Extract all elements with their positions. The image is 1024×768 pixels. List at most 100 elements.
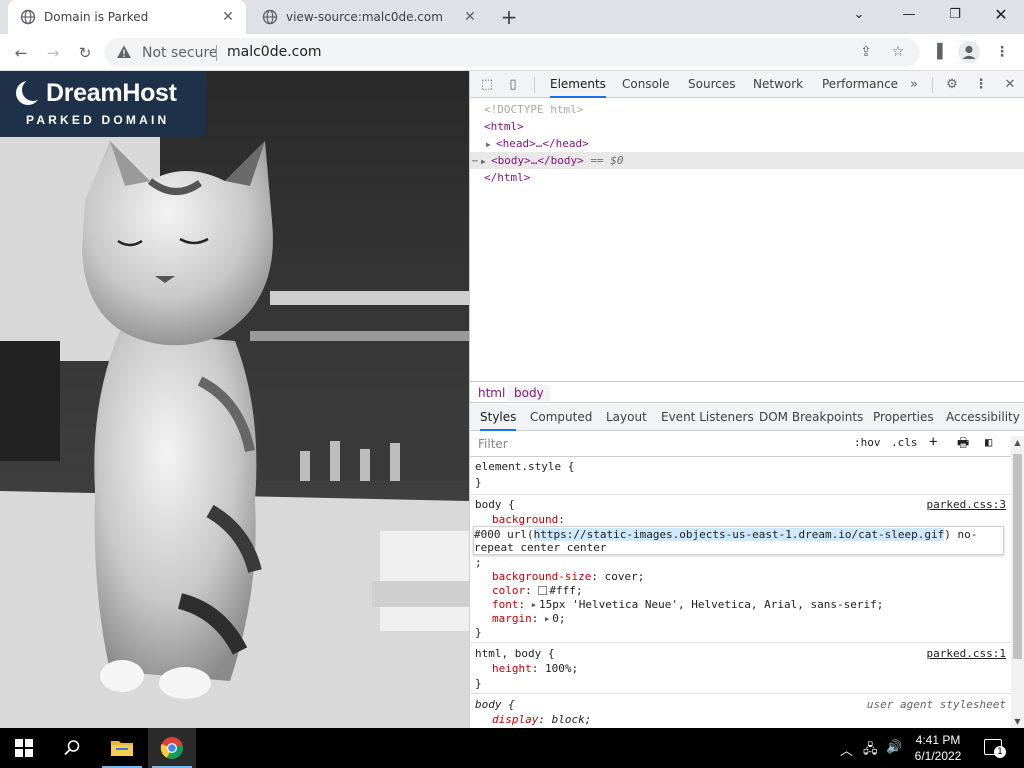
color-value[interactable]: #fff;	[549, 584, 582, 597]
subtab-computed[interactable]: Computed	[530, 404, 592, 431]
source-link-parked-css-3[interactable]: parked.css:3	[927, 498, 1006, 511]
dom-node-html[interactable]: <html>	[484, 118, 524, 135]
expand-shorthand-icon[interactable]: ▶	[545, 612, 549, 626]
scroll-up-arrow-icon[interactable]: ▲	[1011, 436, 1024, 449]
property-background-size[interactable]: background-size	[492, 570, 591, 583]
dom-node-head[interactable]: ▶ <head>…</head>	[486, 135, 589, 152]
dreamhost-moon-icon	[16, 80, 41, 105]
property-background[interactable]: background	[492, 513, 558, 526]
system-clock[interactable]: 4:41 PM 6/1/2022	[908, 732, 968, 764]
devtools-divider	[932, 77, 933, 93]
subtab-accessibility[interactable]: Accessibility	[946, 404, 1020, 431]
expand-shorthand-icon[interactable]: ▶	[532, 598, 536, 612]
font-value[interactable]: 15px 'Helvetica Neue', Helvetica, Arial,…	[539, 598, 883, 611]
side-panel-icon[interactable]: ▐	[927, 42, 947, 62]
subtab-event-listeners[interactable]: Event Listeners	[661, 404, 754, 431]
new-tab-button[interactable]: +	[498, 7, 520, 29]
background-size-value[interactable]: cover;	[605, 570, 645, 583]
color-swatch[interactable]	[538, 586, 548, 595]
dreamhost-logo: DreamHost PARKED DOMAIN	[0, 71, 206, 137]
devtools-tab-elements[interactable]: Elements	[550, 71, 606, 98]
property-margin[interactable]: margin	[492, 612, 532, 625]
dom-node-body[interactable]: ⋯ ▶ <body>…</body> == $0	[472, 152, 624, 169]
devtools-tab-network[interactable]: Network	[753, 71, 803, 98]
html-body-selector[interactable]: html, body {	[475, 647, 554, 660]
hover-state-toggle[interactable]: :hov	[854, 436, 881, 449]
search-button[interactable]	[48, 728, 96, 768]
forward-arrow-icon[interactable]: →	[42, 42, 64, 64]
element-style-selector[interactable]: element.style {	[475, 460, 574, 473]
filter-input[interactable]: Filter	[478, 437, 508, 451]
start-button[interactable]	[0, 728, 48, 768]
restore-window-button[interactable]: ❐	[942, 4, 968, 26]
toggle-sidebar-icon[interactable]: ◧	[985, 435, 992, 449]
close-tab-icon[interactable]: ✕	[462, 9, 478, 25]
tab-view-source[interactable]: view-source:malc0de.com ✕	[250, 0, 488, 34]
network-icon[interactable]: 🖧	[863, 740, 878, 762]
notification-center-icon[interactable]: 1	[984, 739, 1006, 758]
property-font[interactable]: font	[492, 598, 519, 611]
device-toolbar-icon[interactable]: ▯	[504, 76, 522, 94]
ua-body-selector[interactable]: body {	[475, 698, 515, 711]
dom-node-doctype[interactable]: <!DOCTYPE html>	[484, 101, 583, 118]
rule-element-style: element.style { }	[470, 458, 1011, 495]
source-link-parked-css-1[interactable]: parked.css:1	[927, 647, 1006, 660]
subtab-dom-breakpoints[interactable]: DOM Breakpoints	[759, 404, 863, 431]
property-height[interactable]: height	[492, 662, 532, 675]
subtab-layout[interactable]: Layout	[606, 404, 647, 431]
breadcrumb-html[interactable]: html	[472, 385, 511, 401]
more-menu-icon[interactable]: ⋮	[992, 42, 1012, 62]
minimize-window-button[interactable]: —	[896, 4, 922, 26]
tab-domain-is-parked[interactable]: Domain is Parked ✕	[8, 0, 246, 34]
height-value[interactable]: 100%;	[545, 662, 578, 675]
devtools-menu-icon[interactable]: ⋮	[972, 76, 990, 94]
body-tag: <body>…</body>	[491, 154, 584, 167]
styles-scrollbar[interactable]: ▲ ▼	[1011, 436, 1024, 728]
show-hidden-icons-chevron-icon[interactable]: ︿	[840, 740, 853, 759]
parked-domain-text: PARKED DOMAIN	[26, 113, 170, 127]
reload-icon[interactable]: ↻	[74, 42, 96, 64]
styles-filter-bar: Filter :hov .cls + 🖶 ◧	[470, 432, 1024, 457]
tab-search-chevron-icon[interactable]: ⌄	[846, 4, 872, 26]
url-text[interactable]: malc0de.com	[227, 44, 322, 60]
print-media-icon[interactable]: 🖶	[957, 434, 969, 456]
share-icon[interactable]: ⇪	[856, 42, 876, 62]
close-devtools-icon[interactable]: ✕	[1001, 76, 1019, 94]
dom-node-html-close[interactable]: </html>	[484, 169, 530, 186]
close-tab-icon[interactable]: ✕	[220, 9, 236, 25]
class-toggle[interactable]: .cls	[891, 436, 918, 449]
close-brace: }	[475, 476, 482, 489]
volume-icon[interactable]: 🔊	[886, 740, 902, 755]
devtools-tab-console[interactable]: Console	[622, 71, 670, 98]
address-bar[interactable]: Not secure malc0de.com	[104, 38, 920, 67]
inspect-element-icon[interactable]: ⬚	[478, 76, 496, 94]
property-color[interactable]: color	[492, 584, 525, 597]
more-tabs-chevron-icon[interactable]: »	[905, 76, 923, 94]
settings-gear-icon[interactable]: ⚙	[943, 76, 961, 94]
expand-arrow-icon[interactable]: ▶	[486, 136, 496, 153]
breadcrumb-body[interactable]: body	[508, 385, 550, 401]
warning-triangle-icon[interactable]	[116, 44, 132, 60]
chrome-taskbar-button[interactable]	[148, 728, 196, 768]
body-selector[interactable]: body {	[475, 498, 515, 511]
globe-icon	[262, 9, 278, 25]
subtab-styles[interactable]: Styles	[480, 404, 517, 431]
profile-avatar-icon[interactable]	[958, 41, 980, 63]
scroll-down-arrow-icon[interactable]: ▼	[1011, 715, 1024, 728]
background-value-suffix: ) no-	[944, 528, 978, 541]
file-explorer-button[interactable]	[98, 728, 146, 768]
devtools-tab-sources[interactable]: Sources	[688, 71, 735, 98]
subtab-properties[interactable]: Properties	[873, 404, 934, 431]
new-style-rule-icon[interactable]: +	[929, 434, 937, 450]
devtools-tab-performance[interactable]: Performance	[822, 71, 898, 98]
expand-arrow-icon[interactable]: ▶	[481, 153, 491, 170]
bookmark-star-icon[interactable]: ☆	[888, 42, 908, 62]
margin-value[interactable]: 0;	[552, 612, 565, 625]
user-agent-stylesheet-label: user agent stylesheet	[866, 698, 1006, 711]
background-url-text[interactable]: https://static-images.objects-us-east-1.…	[533, 528, 945, 541]
back-arrow-icon[interactable]: ←	[10, 42, 32, 64]
scrollbar-thumb[interactable]	[1013, 454, 1022, 659]
close-window-button[interactable]: ✕	[988, 4, 1014, 26]
security-label[interactable]: Not secure	[142, 45, 218, 61]
node-ellipsis-icon[interactable]: ⋯	[472, 156, 478, 167]
